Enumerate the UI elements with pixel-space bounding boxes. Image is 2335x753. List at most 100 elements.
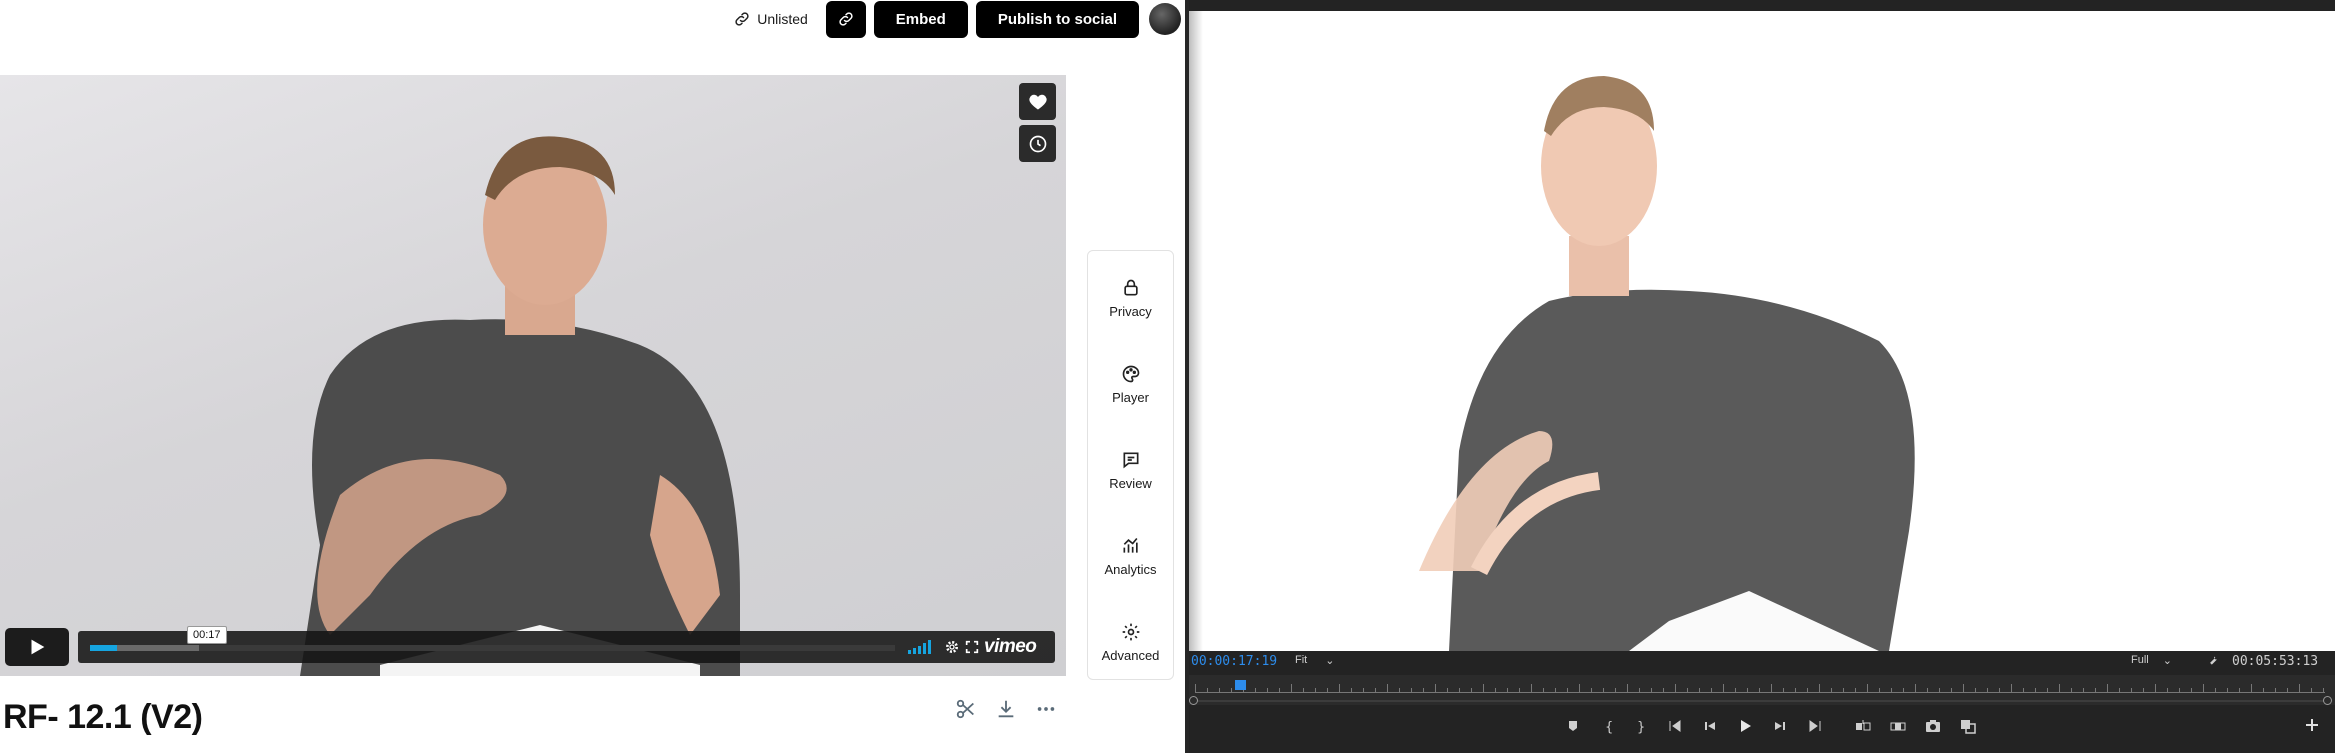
avatar[interactable]	[1149, 3, 1181, 35]
ruler-tick	[2299, 684, 2300, 692]
go-to-out-button[interactable]	[1807, 718, 1823, 734]
ruler-tick	[1771, 684, 1772, 692]
go-to-in-button[interactable]	[1667, 718, 1683, 734]
comparison-view-icon	[1961, 720, 1976, 734]
export-frame-button[interactable]	[1925, 718, 1941, 734]
ruler-tick	[1639, 688, 1640, 692]
ruler-tick	[1363, 688, 1364, 692]
ruler-tick	[2131, 688, 2132, 692]
ruler-tick	[1603, 688, 1604, 692]
more-icon[interactable]	[1035, 698, 1057, 720]
program-monitor: 00:00:17:19 Fit ⌄ Full ⌄ 00:05:53:13 {}	[1189, 0, 2335, 753]
ruler-tick	[1231, 688, 1232, 692]
progress-bar[interactable]	[90, 645, 895, 651]
zoom-scrollbar[interactable]	[1189, 696, 2335, 705]
ruler-tick	[2035, 688, 2036, 692]
ruler-tick	[1267, 688, 1268, 692]
ruler-tick	[2023, 688, 2024, 692]
ruler-tick	[1519, 688, 1520, 692]
ruler-tick	[2239, 688, 2240, 692]
ruler-tick	[1807, 688, 1808, 692]
watch-later-button[interactable]	[1019, 125, 1056, 162]
scissors-icon[interactable]	[955, 698, 977, 720]
play-button[interactable]	[1737, 718, 1753, 734]
ruler-tick	[2203, 684, 2204, 692]
svg-text:}: }	[1637, 720, 1645, 734]
zoom-handle-left[interactable]	[1189, 696, 1198, 705]
ruler-tick	[2071, 688, 2072, 692]
panel-item-privacy[interactable]: Privacy	[1088, 263, 1173, 333]
step-forward-button[interactable]	[1772, 718, 1788, 734]
panel-item-review[interactable]: Review	[1088, 435, 1173, 505]
ruler-tick	[2083, 688, 2084, 692]
ruler-tick	[2155, 684, 2156, 692]
embed-button[interactable]: Embed	[873, 0, 968, 38]
ruler-tick	[1219, 688, 1220, 692]
insert-button[interactable]	[1855, 718, 1871, 734]
overwrite-icon	[1890, 722, 1906, 731]
ruler-tick	[1963, 684, 1964, 692]
video-player[interactable]: 00:17 vimeo	[0, 75, 1066, 676]
mark-in-button[interactable]: {	[1600, 718, 1616, 735]
video-title: RF- 12.1 (V2)	[3, 698, 203, 736]
volume-control[interactable]	[908, 640, 934, 654]
ruler-tick	[1351, 688, 1352, 692]
ruler-tick	[1975, 688, 1976, 692]
mark-in-icon: {	[1605, 720, 1613, 735]
video-topbar: Unlisted Embed Publish to social	[723, 0, 1181, 38]
insert-icon	[1856, 720, 1871, 731]
ruler-tick	[1783, 688, 1784, 692]
program-monitor-frame[interactable]	[1189, 11, 2335, 651]
button-editor-plus[interactable]	[2305, 718, 2319, 732]
publish-to-social-button[interactable]: Publish to social	[975, 0, 1139, 38]
overwrite-button[interactable]	[1890, 718, 1906, 734]
ruler-tick	[1483, 684, 1484, 692]
resolution-dropdown[interactable]: Full ⌄	[2131, 654, 2172, 667]
frame-edge-shadow	[1189, 11, 1203, 651]
time-ruler[interactable]	[1189, 675, 2335, 705]
copy-link-button[interactable]	[825, 0, 866, 38]
vimeo-logo[interactable]: vimeo	[984, 636, 1037, 658]
ruler-tick	[1375, 688, 1376, 692]
panel-item-analytics[interactable]: Analytics	[1088, 521, 1173, 591]
ruler-tick	[1315, 688, 1316, 692]
go-to-out-icon	[1809, 720, 1821, 732]
ruler-tick	[1615, 688, 1616, 692]
step-back-button[interactable]	[1702, 718, 1718, 734]
add-marker-button[interactable]	[1565, 718, 1581, 734]
heart-icon	[1028, 94, 1047, 109]
ruler-tick	[2275, 688, 2276, 692]
vimeo-video-page: Unlisted Embed Publish to social 00:17 v…	[0, 0, 1185, 753]
gear-icon[interactable]	[944, 639, 960, 655]
monitor-top-strip	[1189, 0, 2335, 11]
panel-item-advanced[interactable]: Advanced	[1088, 607, 1173, 677]
ruler-tick	[1999, 688, 2000, 692]
zoom-handle-right[interactable]	[2323, 696, 2332, 705]
ruler-tick	[1591, 688, 1592, 692]
ruler-tick	[1891, 688, 1892, 692]
play-button[interactable]	[5, 628, 69, 666]
fit-dropdown[interactable]: Fit ⌄	[1295, 654, 1334, 667]
ruler-tick	[1411, 688, 1412, 692]
panel-item-player[interactable]: Player	[1088, 349, 1173, 419]
like-button[interactable]	[1019, 83, 1056, 120]
ruler-tick	[1915, 684, 1916, 692]
resolution-label: Full	[2131, 654, 2149, 666]
ruler-tick	[1447, 688, 1448, 692]
ruler-tick	[1627, 684, 1628, 692]
ruler-tick	[1759, 688, 1760, 692]
wrench-icon[interactable]	[2206, 653, 2220, 667]
download-icon[interactable]	[995, 698, 1017, 720]
panel-item-label: Analytics	[1104, 561, 1157, 577]
fullscreen-icon[interactable]	[964, 639, 980, 655]
current-timecode[interactable]: 00:00:17:19	[1191, 654, 1277, 669]
ruler-tick	[1339, 684, 1340, 692]
playhead[interactable]	[1235, 680, 1246, 690]
ruler-tick	[1651, 688, 1652, 692]
mark-out-button[interactable]: }	[1632, 718, 1648, 735]
plus-icon	[2306, 719, 2318, 731]
chevron-down-icon: ⌄	[1325, 655, 1335, 667]
privacy-status-button[interactable]: Unlisted	[723, 1, 818, 37]
ruler-tick	[1471, 688, 1472, 692]
comparison-view-button[interactable]	[1960, 718, 1976, 734]
